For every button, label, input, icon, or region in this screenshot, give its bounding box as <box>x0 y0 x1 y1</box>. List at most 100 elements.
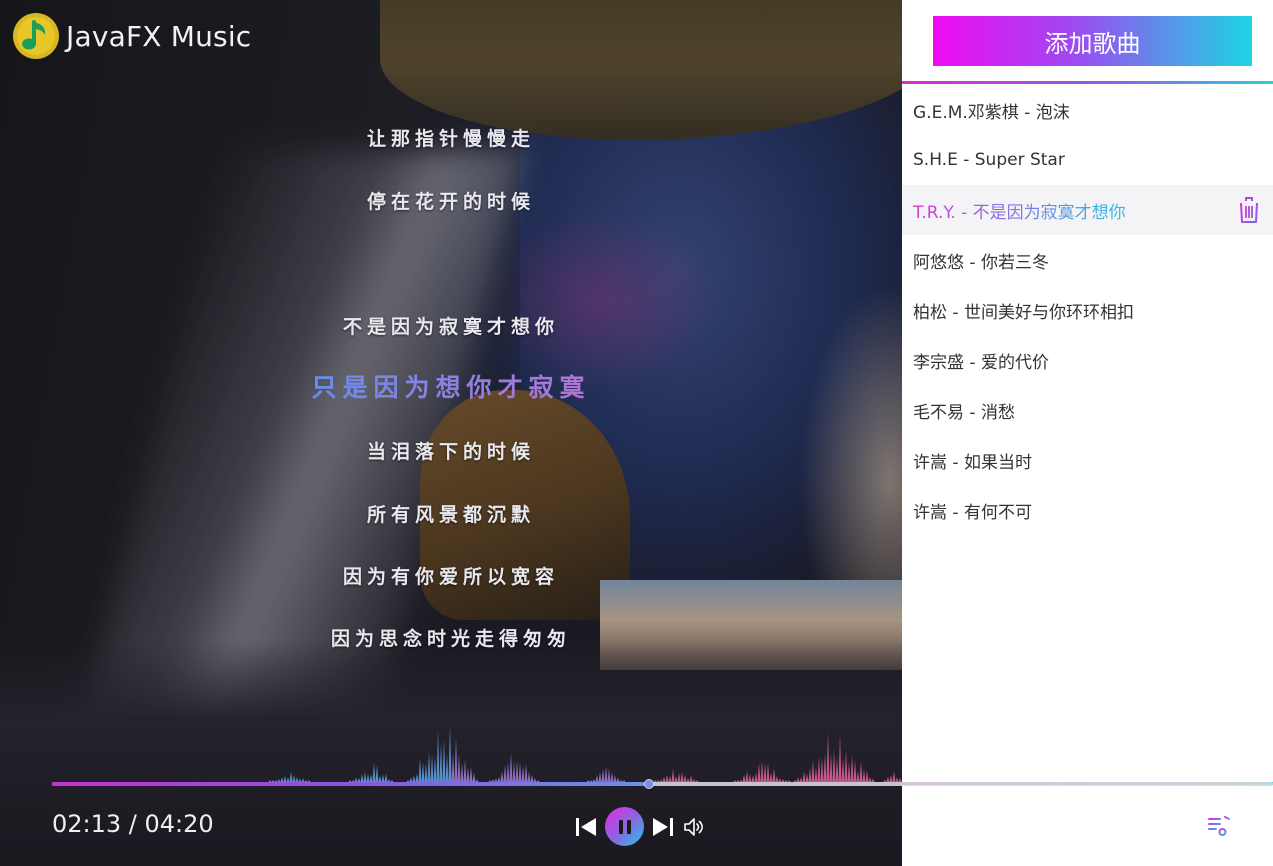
visualizer-spike <box>598 772 602 782</box>
delete-song-button[interactable] <box>1236 194 1262 226</box>
visualizer-spike <box>677 772 681 782</box>
visualizer-spike <box>518 762 522 782</box>
visualizer-spike <box>862 769 866 782</box>
music-note-logo-icon <box>12 12 60 60</box>
visualizer-spike <box>823 752 827 782</box>
song-list-item[interactable]: 柏松 - 世间美好与你环环相扣 <box>902 285 1273 335</box>
visualizer-spike <box>381 774 385 782</box>
visualizer-spike <box>527 771 531 782</box>
visualizer-spike <box>430 754 434 782</box>
panel-divider <box>902 81 1273 84</box>
visualizer-spike <box>826 732 830 782</box>
song-list-item[interactable]: 许嵩 - 有何不可 <box>902 485 1273 535</box>
visualizer-spike <box>689 775 693 782</box>
visualizer-spike <box>454 737 458 782</box>
visualizer-spike <box>448 724 452 782</box>
visualizer-spike <box>436 730 440 782</box>
visualizer-spike <box>292 774 296 782</box>
visualizer-spike <box>742 774 746 782</box>
visualizer-spike <box>442 739 446 782</box>
song-list-item[interactable]: T.R.Y. - 不是因为寂寞才想你 <box>902 185 1273 235</box>
visualizer-spike <box>463 759 467 782</box>
visualizer-spike <box>439 742 443 782</box>
visualizer-spike <box>506 761 510 782</box>
app-logo: JavaFX Music <box>12 12 251 60</box>
visualizer-spike <box>613 774 617 782</box>
visualizer-spike <box>757 763 761 782</box>
playlist-music-icon <box>1208 816 1230 836</box>
volume-icon <box>684 818 703 836</box>
visualizer-spike <box>820 757 824 782</box>
visualizer-spike <box>415 773 419 782</box>
song-list-item[interactable]: 李宗盛 - 爱的代价 <box>902 335 1273 385</box>
visualizer-spike <box>859 761 863 782</box>
song-title: S.H.E - Super Star <box>913 150 1065 170</box>
next-track-button[interactable] <box>650 813 676 841</box>
visualizer-spike <box>760 760 764 782</box>
visualizer-spike <box>808 767 812 782</box>
visualizer-spike <box>829 753 833 782</box>
song-list-item[interactable]: 阿悠悠 - 你若三冬 <box>902 235 1273 285</box>
song-title: T.R.Y. - 不是因为寂寞才想你 <box>913 198 1126 223</box>
visualizer-spike <box>360 773 364 782</box>
song-list-item[interactable]: 毛不易 - 消愁 <box>902 385 1273 435</box>
visualizer-spike <box>802 771 806 782</box>
visualizer-spike <box>814 766 818 782</box>
visualizer-spike <box>754 772 758 782</box>
visualizer-spike <box>418 758 422 782</box>
visualizer-spike <box>460 763 464 782</box>
visualizer-spike <box>457 753 461 782</box>
visualizer-spike <box>832 749 836 782</box>
visualizer-spike <box>604 766 608 782</box>
visualizer-spike <box>847 761 851 782</box>
visualizer-spike <box>889 774 893 782</box>
progress-fill <box>52 782 649 786</box>
visualizer-spike <box>805 773 809 782</box>
song-title: G.E.M.邓紫棋 - 泡沫 <box>913 102 1070 123</box>
visualizer-spike <box>595 775 599 782</box>
song-list: G.E.M.邓紫棋 - 泡沫 S.H.E - Super Star T.R.Y. -… <box>902 85 1273 535</box>
progress-knob[interactable] <box>643 779 654 789</box>
visualizer-spike <box>515 760 519 782</box>
visualizer-spike <box>445 753 449 782</box>
visualizer-spike <box>838 735 842 782</box>
visualizer-spike <box>671 768 675 782</box>
song-list-item[interactable]: G.E.M.邓紫棋 - 泡沫 <box>902 85 1273 135</box>
visualizer-spike <box>748 774 752 782</box>
visualizer-spike <box>841 758 845 782</box>
app-title: JavaFX Music <box>66 19 252 53</box>
song-list-item[interactable]: S.H.E - Super Star <box>902 135 1273 185</box>
song-list-item[interactable]: 许嵩 - 如果当时 <box>902 435 1273 485</box>
play-pause-button[interactable] <box>605 807 644 846</box>
skip-next-icon <box>653 818 673 836</box>
visualizer-spike <box>509 752 513 782</box>
visualizer-spike <box>369 773 373 782</box>
trash-icon <box>1238 197 1260 223</box>
visualizer-spike <box>366 773 370 782</box>
visualizer-spike <box>817 757 821 782</box>
song-title: 毛不易 - 消愁 <box>913 402 1015 423</box>
playlist-toggle-button[interactable] <box>1206 813 1232 839</box>
visualizer-spike <box>601 768 605 782</box>
audio-visualizer <box>268 724 902 782</box>
skip-previous-icon <box>576 818 596 836</box>
visualizer-spike <box>433 756 437 782</box>
visualizer-spike <box>412 775 416 782</box>
volume-button[interactable] <box>681 813 707 841</box>
visualizer-spike <box>363 772 367 782</box>
add-song-button[interactable]: 添加歌曲 <box>933 16 1252 66</box>
visualizer-spike <box>665 774 669 782</box>
visualizer-spike <box>772 768 776 782</box>
visualizer-spike <box>524 763 528 782</box>
visualizer-spike <box>763 763 767 782</box>
previous-track-button[interactable] <box>573 813 599 841</box>
visualizer-spike <box>469 766 473 782</box>
pause-icon <box>618 819 631 834</box>
visualizer-spike <box>372 762 376 782</box>
visualizer-spike <box>384 773 388 782</box>
visualizer-spike <box>853 759 857 782</box>
visualizer-spike <box>844 750 848 782</box>
visualizer-spike <box>745 771 749 782</box>
visualizer-spike <box>421 762 425 782</box>
progress-bar[interactable] <box>52 779 1273 789</box>
